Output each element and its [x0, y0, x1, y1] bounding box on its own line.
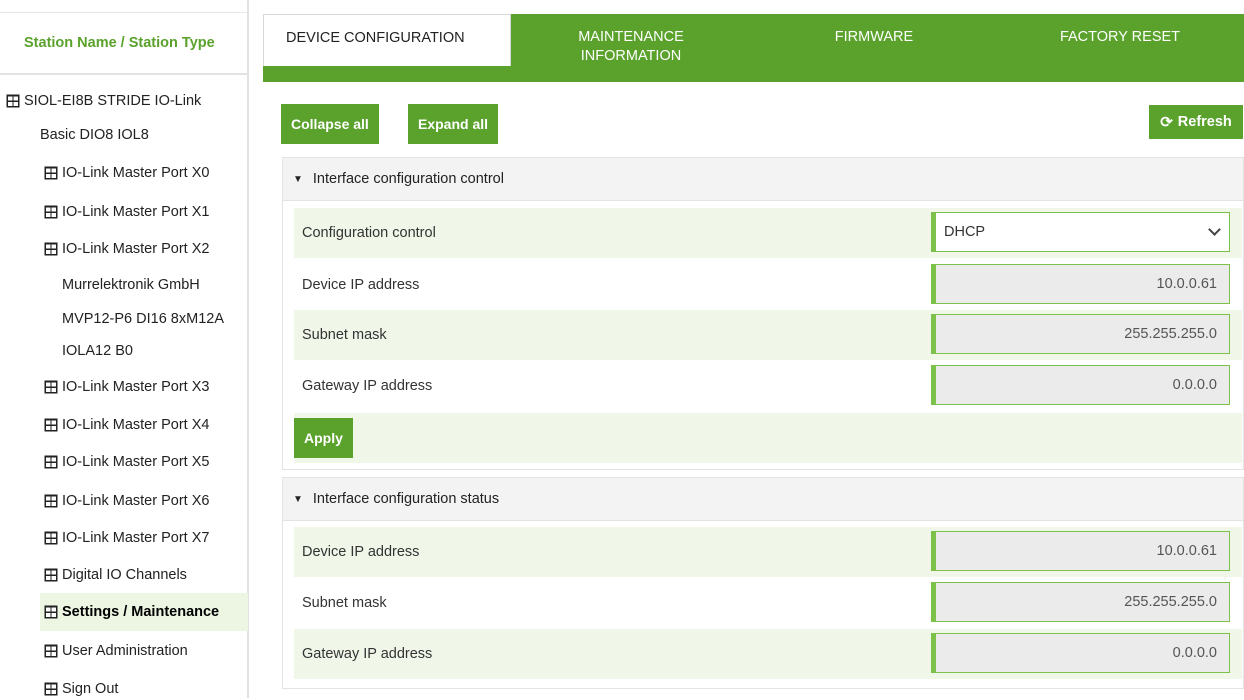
- tree-item-device-variant[interactable]: IOLA12 B0: [62, 343, 133, 359]
- section-header[interactable]: ▼ Interface configuration control: [283, 158, 1243, 201]
- tree-item-vendor[interactable]: Murrelektronik GmbH: [62, 277, 200, 293]
- grid-icon: [44, 166, 58, 180]
- tree-item-label: SIOL-EI8B STRIDE IO-Link: [24, 93, 202, 109]
- caret-down-icon: ▼: [293, 173, 303, 185]
- caret-down-icon: ▼: [293, 493, 303, 505]
- main-panel: DEVICE CONFIGURATION MAINTENANCE INFORMA…: [263, 0, 1244, 698]
- tree-item-label: IO-Link Master Port X1: [62, 204, 210, 220]
- refresh-label: Refresh: [1177, 114, 1232, 130]
- tree-item-port-x5[interactable]: IO-Link Master Port X5: [44, 454, 209, 470]
- tree-item-station-type[interactable]: Basic DIO8 IOL8: [40, 127, 149, 143]
- tree-item-label: IOLA12 B0: [62, 343, 133, 359]
- grid-icon: [44, 494, 58, 508]
- sidebar-header: Station Name / Station Type: [0, 12, 247, 75]
- station-sidebar: Station Name / Station Type SIOL-EI8B ST…: [0, 0, 249, 698]
- grid-icon: [44, 605, 58, 619]
- tree-item-label: Basic DIO8 IOL8: [40, 127, 149, 143]
- device-ip-row: Device IP address 10.0.0.61: [294, 260, 1242, 310]
- tree-item-port-x6[interactable]: IO-Link Master Port X6: [44, 493, 209, 509]
- status-subnet-mask-row: Subnet mask 255.255.255.0: [294, 578, 1242, 628]
- tree-item-port-x1[interactable]: IO-Link Master Port X1: [44, 204, 209, 220]
- tree-item-settings-maintenance[interactable]: Settings / Maintenance: [40, 593, 248, 631]
- tab-bar: DEVICE CONFIGURATION MAINTENANCE INFORMA…: [263, 14, 1244, 82]
- tree-item-label: MVP12-P6 DI16 8xM12A: [62, 311, 224, 327]
- tree-item-port-x3[interactable]: IO-Link Master Port X3: [44, 379, 209, 395]
- grid-icon: [44, 568, 58, 582]
- tree-item-label: IO-Link Master Port X4: [62, 417, 210, 433]
- grid-icon: [44, 380, 58, 394]
- gateway-ip-row: Gateway IP address 0.0.0.0: [294, 361, 1242, 411]
- tab-firmware[interactable]: FIRMWARE: [751, 14, 997, 62]
- refresh-icon: ⟳: [1160, 114, 1173, 131]
- section-header[interactable]: ▼ Interface configuration status: [283, 478, 1243, 521]
- interface-config-status-section: ▼ Interface configuration status Device …: [282, 477, 1244, 689]
- refresh-button[interactable]: ⟳ Refresh: [1149, 105, 1243, 139]
- grid-icon: [44, 531, 58, 545]
- grid-icon: [44, 418, 58, 432]
- status-device-ip-row: Device IP address 10.0.0.61: [294, 527, 1242, 577]
- status-gateway-ip-field: 0.0.0.0: [931, 633, 1230, 673]
- tree-item-label: IO-Link Master Port X7: [62, 530, 210, 546]
- grid-icon: [44, 205, 58, 219]
- gateway-ip-field[interactable]: 0.0.0.0: [931, 365, 1230, 405]
- apply-row: Apply: [294, 413, 1242, 463]
- grid-icon: [44, 455, 58, 469]
- tree-item-label: IO-Link Master Port X5: [62, 454, 210, 470]
- status-subnet-mask-field: 255.255.255.0: [931, 582, 1230, 622]
- status-gateway-ip-row: Gateway IP address 0.0.0.0: [294, 629, 1242, 679]
- tree-item-label: IO-Link Master Port X3: [62, 379, 210, 395]
- tree-item-label: Digital IO Channels: [62, 567, 187, 583]
- tree-item-device-model[interactable]: MVP12-P6 DI16 8xM12A: [62, 311, 224, 327]
- section-title: Interface configuration status: [312, 491, 500, 507]
- device-ip-field[interactable]: 10.0.0.61: [931, 264, 1230, 304]
- tree-item-station[interactable]: SIOL-EI8B STRIDE IO-Link: [6, 93, 201, 109]
- tree-item-label: Settings / Maintenance: [62, 604, 220, 620]
- tree-item-label: IO-Link Master Port X0: [62, 165, 210, 181]
- subnet-mask-field[interactable]: 255.255.255.0: [931, 314, 1230, 354]
- tree-item-sign-out[interactable]: Sign Out: [44, 681, 118, 697]
- interface-config-control-section: ▼ Interface configuration control Config…: [282, 157, 1244, 470]
- tree-item-port-x4[interactable]: IO-Link Master Port X4: [44, 417, 209, 433]
- apply-button[interactable]: Apply: [294, 418, 353, 458]
- collapse-all-button[interactable]: Collapse all: [281, 104, 379, 144]
- tree-item-digital-io[interactable]: Digital IO Channels: [44, 567, 187, 583]
- tree-item-port-x0[interactable]: IO-Link Master Port X0: [44, 165, 209, 181]
- tab-device-configuration[interactable]: DEVICE CONFIGURATION: [263, 14, 511, 66]
- subnet-mask-row: Subnet mask 255.255.255.0: [294, 310, 1242, 360]
- config-control-select[interactable]: DHCP: [931, 212, 1230, 252]
- tree-item-user-admin[interactable]: User Administration: [44, 643, 188, 659]
- grid-icon: [44, 242, 58, 256]
- tab-factory-reset[interactable]: FACTORY RESET: [997, 14, 1243, 62]
- grid-icon: [44, 682, 58, 696]
- status-device-ip-field: 10.0.0.61: [931, 531, 1230, 571]
- tree-item-port-x7[interactable]: IO-Link Master Port X7: [44, 530, 209, 546]
- tree-item-label: IO-Link Master Port X6: [62, 493, 210, 509]
- config-control-row: Configuration control DHCP: [294, 208, 1242, 258]
- chevron-down-icon: [1208, 223, 1221, 236]
- tree-item-port-x2[interactable]: IO-Link Master Port X2: [44, 241, 209, 257]
- expand-all-button[interactable]: Expand all: [408, 104, 499, 144]
- tree-item-label: IO-Link Master Port X2: [62, 241, 210, 257]
- tree-item-label: Sign Out: [62, 681, 119, 697]
- tab-maintenance-information[interactable]: MAINTENANCE INFORMATION: [511, 14, 751, 64]
- tree-item-label: User Administration: [62, 643, 188, 659]
- tree-item-label: Murrelektronik GmbH: [62, 277, 200, 293]
- select-value: DHCP: [944, 224, 986, 240]
- section-title: Interface configuration control: [312, 171, 504, 187]
- grid-icon: [44, 644, 58, 658]
- grid-icon: [6, 94, 20, 108]
